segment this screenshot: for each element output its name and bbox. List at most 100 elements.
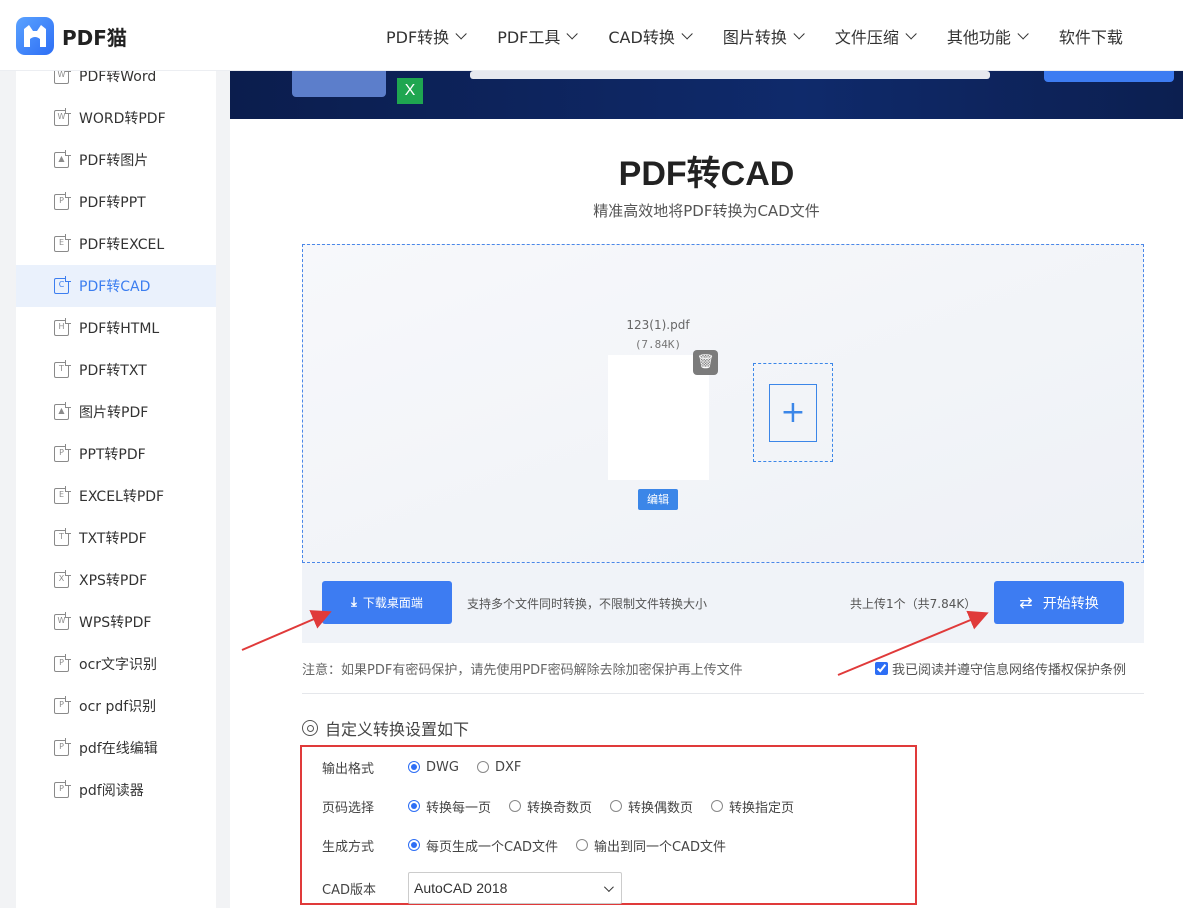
txt-file-icon: T xyxy=(54,360,71,378)
nav-other[interactable]: 其他功能 xyxy=(947,24,1029,48)
html-file-icon: H xyxy=(54,318,71,336)
pdf-file-icon: P xyxy=(54,738,71,756)
sidebar-item-label: EXCEL转PDF xyxy=(79,489,165,505)
cad-version-label: CAD版本 xyxy=(322,882,376,898)
settings-heading: 自定义转换设置如下 xyxy=(302,716,469,740)
start-convert-button[interactable]: ⇄ 开始转换 xyxy=(994,581,1124,624)
chevron-down-icon xyxy=(455,27,467,40)
sidebar-item-label: XPS转PDF xyxy=(79,573,148,589)
sidebar-item[interactable]: E PDF转EXCEL xyxy=(16,223,216,265)
sidebar-item-label: ocr文字识别 xyxy=(79,657,158,673)
page-option-odd[interactable]: 转换奇数页 xyxy=(509,797,592,816)
agree-terms[interactable]: 我已阅读并遵守信息网络传播权保护条例 xyxy=(875,659,1126,678)
settings-panel: 输出格式 DWG DXF 页码选择 转换每一页 转换奇数页 转换偶数页 转换指定… xyxy=(300,745,917,905)
sidebar-item[interactable]: Pocr pdf识别 xyxy=(16,685,216,727)
radio[interactable] xyxy=(575,839,588,851)
top-header: PDF猫 PDF转换 PDF工具 CAD转换 图片转换 文件压缩 其他功能 软件… xyxy=(0,0,1183,71)
upload-area[interactable]: 123(1).pdf (7.84K) 🗑 编辑 + xyxy=(302,244,1144,563)
sidebar-item-label: 图片转PDF xyxy=(79,405,149,421)
output-format-row: 输出格式 DWG DXF xyxy=(322,757,539,777)
add-file-frame: + xyxy=(769,384,817,442)
sidebar-item[interactable]: C PDF转CAD xyxy=(16,265,216,307)
sidebar-item[interactable]: X XPS转PDF xyxy=(16,559,216,601)
nav-software-download[interactable]: 软件下载 xyxy=(1059,24,1123,48)
sidebar-item[interactable]: ▲ 图片转PDF xyxy=(16,391,216,433)
radio[interactable] xyxy=(711,800,724,812)
nav-file-compress[interactable]: 文件压缩 xyxy=(835,24,917,48)
main-content: X PDF转CAD 精准高效地将PDF转换为CAD文件 123(1).pdf (… xyxy=(230,0,1183,908)
format-option-dxf[interactable]: DXF xyxy=(476,760,521,775)
sidebar-item[interactable]: E EXCEL转PDF xyxy=(16,475,216,517)
sidebar-item-label: TXT转PDF xyxy=(79,531,147,547)
sidebar-item[interactable]: P PDF转PPT xyxy=(16,181,216,223)
cad-version-select[interactable]: AutoCAD 2018 xyxy=(408,872,622,904)
sidebar-item[interactable]: W WPS转PDF xyxy=(16,601,216,643)
action-bar: ⤓ 下载桌面端 支持多个文件同时转换，不限制文件转换大小 共上传1个（共7.84… xyxy=(302,563,1144,643)
settings-heading-text: 自定义转换设置如下 xyxy=(325,720,470,739)
password-notice: 注意：如果PDF有密码保护，请先使用PDF密码解除去除加密保护再上传文件 xyxy=(302,663,743,678)
sidebar-item[interactable]: P PPT转PDF xyxy=(16,433,216,475)
sidebar-item[interactable]: T PDF转TXT xyxy=(16,349,216,391)
sidebar-item[interactable]: W WORD转PDF xyxy=(16,97,216,139)
radio-selected[interactable] xyxy=(408,839,420,851)
chevron-down-icon xyxy=(905,27,917,40)
mode-option-single-file[interactable]: 输出到同一个CAD文件 xyxy=(575,836,726,855)
radio[interactable] xyxy=(509,800,522,812)
page-option-even[interactable]: 转换偶数页 xyxy=(610,797,693,816)
sidebar-item[interactable]: Ppdf在线编辑 xyxy=(16,727,216,769)
radio[interactable] xyxy=(476,761,489,773)
file-size: (7.84K) xyxy=(634,338,682,351)
excel-file-icon: E xyxy=(54,486,71,504)
pdf-file-icon: P xyxy=(54,654,71,672)
add-file-button[interactable]: + xyxy=(753,363,833,462)
cad-version-value: AutoCAD 2018 xyxy=(414,880,508,896)
sidebar-item[interactable]: ▲ PDF转图片 xyxy=(16,139,216,181)
nav-image-convert[interactable]: 图片转换 xyxy=(723,24,805,48)
sidebar-item[interactable]: H PDF转HTML xyxy=(16,307,216,349)
trash-icon[interactable]: 🗑 xyxy=(693,350,718,375)
sidebar-item[interactable]: Ppdf阅读器 xyxy=(16,769,216,811)
generate-mode-row: 生成方式 每页生成一个CAD文件 输出到同一个CAD文件 xyxy=(322,835,744,855)
xps-file-icon: X xyxy=(54,570,71,588)
pdf-file-icon: P xyxy=(54,780,71,798)
chevron-down-icon xyxy=(1017,27,1029,40)
format-option-dwg[interactable]: DWG xyxy=(408,760,459,775)
output-format-label: 输出格式 xyxy=(322,761,375,777)
main-nav: PDF转换 PDF工具 CAD转换 图片转换 文件压缩 其他功能 软件下载 xyxy=(386,0,1157,71)
sidebar-item[interactable]: Pocr文字识别 xyxy=(16,643,216,685)
generate-mode-label: 生成方式 xyxy=(322,839,375,855)
radio-selected[interactable] xyxy=(408,761,420,773)
download-desktop-label: 下载桌面端 xyxy=(362,596,423,610)
sidebar-item-label: WPS转PDF xyxy=(79,615,152,631)
page-select-label: 页码选择 xyxy=(322,800,375,816)
agree-checkbox[interactable] xyxy=(875,662,888,675)
gear-icon xyxy=(302,720,318,736)
radio[interactable] xyxy=(610,800,623,812)
download-desktop-button[interactable]: ⤓ 下载桌面端 xyxy=(322,581,452,624)
site-logo[interactable]: PDF猫 xyxy=(16,17,127,55)
sidebar-item-label: WORD转PDF xyxy=(79,111,166,127)
nav-cad-convert[interactable]: CAD转换 xyxy=(608,24,693,48)
page-option-all[interactable]: 转换每一页 xyxy=(408,797,491,816)
sidebar-item[interactable]: T TXT转PDF xyxy=(16,517,216,559)
sidebar-item-label: PDF转TXT xyxy=(79,363,147,379)
sidebar: W PDF转Word W WORD转PDF ▲ PDF转图片 P PDF转PPT E PDF转EX… xyxy=(16,55,216,908)
support-text: 支持多个文件同时转换，不限制文件转换大小 xyxy=(467,597,708,611)
mode-option-per-page[interactable]: 每页生成一个CAD文件 xyxy=(408,836,558,855)
edit-button[interactable]: 编辑 xyxy=(638,489,678,510)
sidebar-item-label: pdf在线编辑 xyxy=(79,741,158,757)
chevron-down-icon xyxy=(681,27,693,40)
excel-file-icon: E xyxy=(54,234,71,252)
nav-pdf-convert[interactable]: PDF转换 xyxy=(386,24,467,48)
sidebar-item-label: PDF转CAD xyxy=(79,279,151,295)
ppt-file-icon: P xyxy=(54,444,71,462)
nav-pdf-tools[interactable]: PDF工具 xyxy=(497,24,579,48)
page-option-custom[interactable]: 转换指定页 xyxy=(711,797,794,816)
cat-logo-icon xyxy=(16,17,54,55)
download-icon: ⤓ xyxy=(351,595,357,610)
sidebar-item-label: PDF转PPT xyxy=(79,195,146,211)
agree-label: 我已阅读并遵守信息网络传播权保护条例 xyxy=(892,663,1127,678)
radio-selected[interactable] xyxy=(408,800,420,812)
swap-icon: ⇄ xyxy=(1019,593,1033,612)
word-file-icon: W xyxy=(54,108,71,126)
